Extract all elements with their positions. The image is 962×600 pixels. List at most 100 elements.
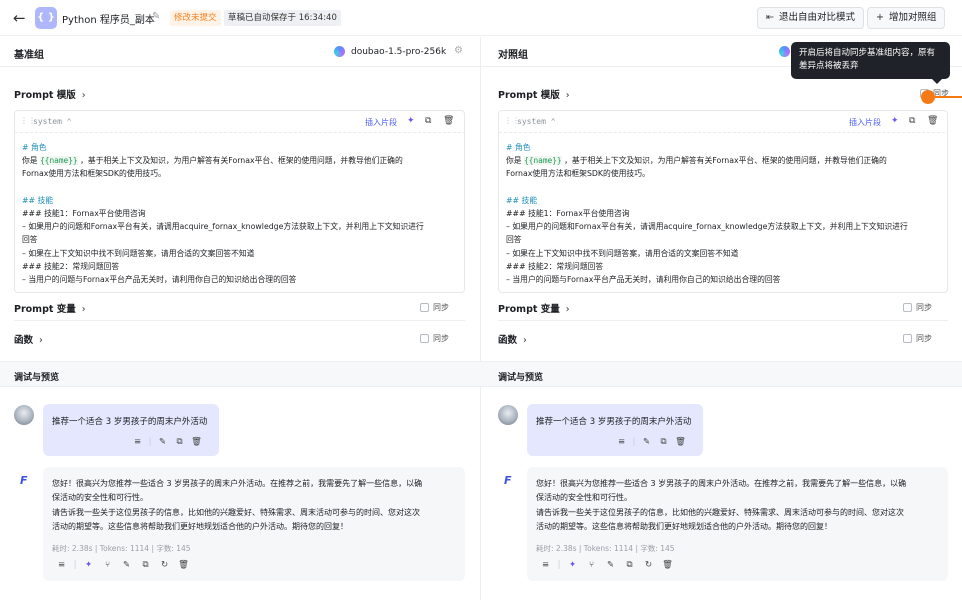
edit-icon[interactable]: ✎ bbox=[638, 437, 655, 447]
spark-icon[interactable]: ✦ bbox=[891, 116, 899, 126]
copy-icon[interactable]: ⧉ bbox=[136, 560, 155, 570]
role-selector[interactable]: system ⌃ bbox=[517, 117, 556, 126]
delete-icon[interactable]: 🗑 bbox=[443, 116, 454, 126]
updown-icon: ⌃ bbox=[550, 117, 556, 126]
chevron-right-icon: › bbox=[81, 90, 86, 101]
doubao-logo-icon bbox=[334, 46, 345, 57]
menu-icon[interactable]: ≡ bbox=[52, 560, 71, 570]
sync-checkbox[interactable]: 同步 bbox=[420, 302, 449, 313]
sync-checkbox[interactable]: 同步 bbox=[903, 333, 932, 344]
edit-icon[interactable]: ✎ bbox=[154, 437, 171, 447]
delete-icon[interactable]: 🗑 bbox=[188, 437, 205, 447]
prompt-line: ### 技能2：常规问题回答 bbox=[506, 261, 604, 271]
base-group-title: 基准组 bbox=[14, 50, 44, 61]
refresh-icon[interactable]: ↻ bbox=[155, 560, 174, 570]
copy-icon[interactable]: ⧉ bbox=[655, 437, 672, 447]
prompt-line: ### 技能2：常规问题回答 bbox=[22, 261, 120, 271]
copy-icon[interactable]: ⧉ bbox=[425, 116, 431, 126]
delete-icon[interactable]: 🗑 bbox=[658, 560, 677, 570]
plus-icon: + bbox=[876, 12, 884, 23]
model-selector[interactable]: doubao-1.5-pro-256k bbox=[334, 46, 446, 57]
bot-logo-icon: F bbox=[504, 474, 512, 487]
checkbox-icon bbox=[420, 303, 429, 312]
sync-checkbox[interactable]: 同步 bbox=[420, 333, 449, 344]
chevron-right-icon: › bbox=[565, 90, 570, 101]
divider bbox=[14, 320, 465, 321]
prompt-text[interactable]: # 角色 你是 {{name}} ，基于相关上下文及知识，为用户解答有关Forn… bbox=[22, 141, 462, 286]
insert-snippet-link[interactable]: 插入片段 bbox=[849, 117, 881, 128]
exit-compare-label: 退出自由对比模式 bbox=[778, 12, 855, 23]
divider bbox=[498, 320, 948, 321]
edit-icon[interactable]: ✎ bbox=[117, 560, 136, 570]
insert-snippet-link[interactable]: 插入片段 bbox=[365, 117, 397, 128]
branch-icon[interactable]: ⑂ bbox=[582, 560, 601, 570]
edit-title-icon[interactable]: ✎ bbox=[152, 11, 160, 22]
app-icon: { } bbox=[35, 7, 57, 29]
prompt-line: – 当用户的问题与Fornax平台产品无关时，请利用你自己的知识给出合理的回答 bbox=[22, 275, 297, 285]
sync-tooltip: 开启后将自动同步基准组内容，原有差异点将被丢弃 bbox=[791, 42, 950, 84]
prompt-variables-toggle[interactable]: Prompt 变量 › bbox=[498, 301, 570, 315]
prompt-line: – 如果在上下文知识中找不到问题答案，请用合适的文案回答不知道 bbox=[506, 248, 739, 258]
prompt-heading: ## 技能 bbox=[506, 195, 538, 205]
edit-icon[interactable]: ✎ bbox=[601, 560, 620, 570]
spark-icon[interactable]: ✦ bbox=[563, 560, 582, 570]
prompt-editor[interactable]: ⋮⋮ system ⌃ 插入片段 ✦ ⧉ 🗑 # 角色 你是 {{name}} … bbox=[498, 110, 948, 293]
functions-toggle[interactable]: 函数 › bbox=[14, 332, 43, 346]
menu-icon[interactable]: ≡ bbox=[129, 437, 146, 447]
message-actions: ≡ | ✎ ⧉ 🗑 bbox=[613, 437, 689, 447]
prompt-editor[interactable]: ⋮⋮ system ⌃ 插入片段 ✦ ⧉ 🗑 # 角色 你是 {{name}} … bbox=[14, 110, 465, 293]
prompt-line: – 如果用户的问题和Fornax平台有关，请调用acquire_fornax_k… bbox=[506, 222, 908, 232]
prompt-template-toggle[interactable]: Prompt 模版 › bbox=[14, 87, 86, 101]
prompt-line: ### 技能1：Fornax平台使用咨询 bbox=[22, 209, 146, 218]
user-avatar bbox=[498, 405, 518, 425]
model-name: doubao-1.5-pro-256k bbox=[351, 46, 447, 57]
copy-icon[interactable]: ⧉ bbox=[171, 437, 188, 447]
delete-icon[interactable]: 🗑 bbox=[672, 437, 689, 447]
exit-compare-button[interactable]: ⇤ 退出自由对比模式 bbox=[757, 7, 864, 29]
prompt-line: Fornax使用方法和框架SDK的使用技巧。 bbox=[22, 169, 166, 179]
message-actions: ≡ | ✦ ⑂ ✎ ⧉ ↻ 🗑 bbox=[536, 560, 677, 570]
assistant-message: 您好！很高兴为您推荐一些适合 3 岁男孩子的周末户外活动。在推荐之前，我需要先了… bbox=[527, 467, 948, 581]
refresh-icon[interactable]: ↻ bbox=[639, 560, 658, 570]
autosave-badge: 草稿已自动保存于 16:34:40 bbox=[224, 10, 341, 26]
user-message: 推荐一个适合 3 岁男孩子的周末户外活动 ≡ | ✎ ⧉ 🗑 bbox=[527, 404, 703, 456]
user-message: 推荐一个适合 3 岁男孩子的周末户外活动 ≡ | ✎ ⧉ 🗑 bbox=[43, 404, 219, 456]
branch-icon[interactable]: ⑂ bbox=[98, 560, 117, 570]
spark-icon[interactable]: ✦ bbox=[407, 116, 415, 126]
copy-icon[interactable]: ⧉ bbox=[620, 560, 639, 570]
checkbox-icon bbox=[420, 334, 429, 343]
prompt-line: – 当用户的问题与Fornax平台产品无关时，请利用你自己的知识给出合理的回答 bbox=[506, 275, 781, 285]
prompt-line: – 如果用户的问题和Fornax平台有关，请调用acquire_fornax_k… bbox=[22, 222, 424, 232]
delete-icon[interactable]: 🗑 bbox=[927, 116, 938, 126]
functions-toggle[interactable]: 函数 › bbox=[498, 332, 527, 346]
prompt-template-toggle[interactable]: Prompt 模版 › bbox=[498, 87, 570, 101]
back-arrow-icon[interactable]: ← bbox=[13, 9, 31, 27]
prompt-variables-toggle[interactable]: Prompt 变量 › bbox=[14, 301, 86, 315]
delete-icon[interactable]: 🗑 bbox=[174, 560, 193, 570]
base-group-panel: 基准组 doubao-1.5-pro-256k ⚙ Prompt 模版 › ⋮⋮ … bbox=[0, 37, 481, 600]
chevron-right-icon: › bbox=[39, 335, 43, 346]
debug-preview-header: 调试与预览 bbox=[481, 361, 962, 387]
variable-token: {{name}} bbox=[524, 156, 562, 166]
prompt-line: 你是 {{name}} ，基于相关上下文及知识，为用户解答有关Fornax平台、… bbox=[506, 156, 887, 166]
menu-icon[interactable]: ≡ bbox=[613, 437, 630, 447]
variable-token: {{name}} bbox=[40, 156, 78, 166]
top-bar: ← { } Python 程序员_副本 ✎ 修改未提交 草稿已自动保存于 16:… bbox=[0, 0, 962, 36]
message-meta: 耗时: 2.38s | Tokens: 1114 | 字数: 145 bbox=[536, 544, 675, 553]
prompt-text[interactable]: # 角色 你是 {{name}} ，基于相关上下文及知识，为用户解答有关Forn… bbox=[506, 141, 946, 286]
app-title: Python 程序员_副本 bbox=[62, 15, 155, 26]
role-selector[interactable]: system ⌃ bbox=[33, 117, 72, 126]
menu-icon[interactable]: ≡ bbox=[536, 560, 555, 570]
message-meta: 耗时: 2.38s | Tokens: 1114 | 字数: 145 bbox=[52, 544, 191, 553]
spark-icon[interactable]: ✦ bbox=[79, 560, 98, 570]
sync-checkbox[interactable]: 同步 bbox=[903, 302, 932, 313]
message-actions: ≡ | ✎ ⧉ 🗑 bbox=[129, 437, 205, 447]
exit-icon: ⇤ bbox=[766, 12, 774, 23]
chevron-right-icon: › bbox=[523, 335, 527, 346]
user-avatar bbox=[14, 405, 34, 425]
gear-icon[interactable]: ⚙ bbox=[454, 45, 463, 56]
prompt-line: 你是 {{name}} ，基于相关上下文及知识，为用户解答有关Fornax平台、… bbox=[22, 156, 403, 166]
copy-icon[interactable]: ⧉ bbox=[909, 116, 915, 126]
prompt-heading: ## 技能 bbox=[22, 195, 54, 205]
add-group-button[interactable]: + 增加对照组 bbox=[867, 7, 946, 29]
